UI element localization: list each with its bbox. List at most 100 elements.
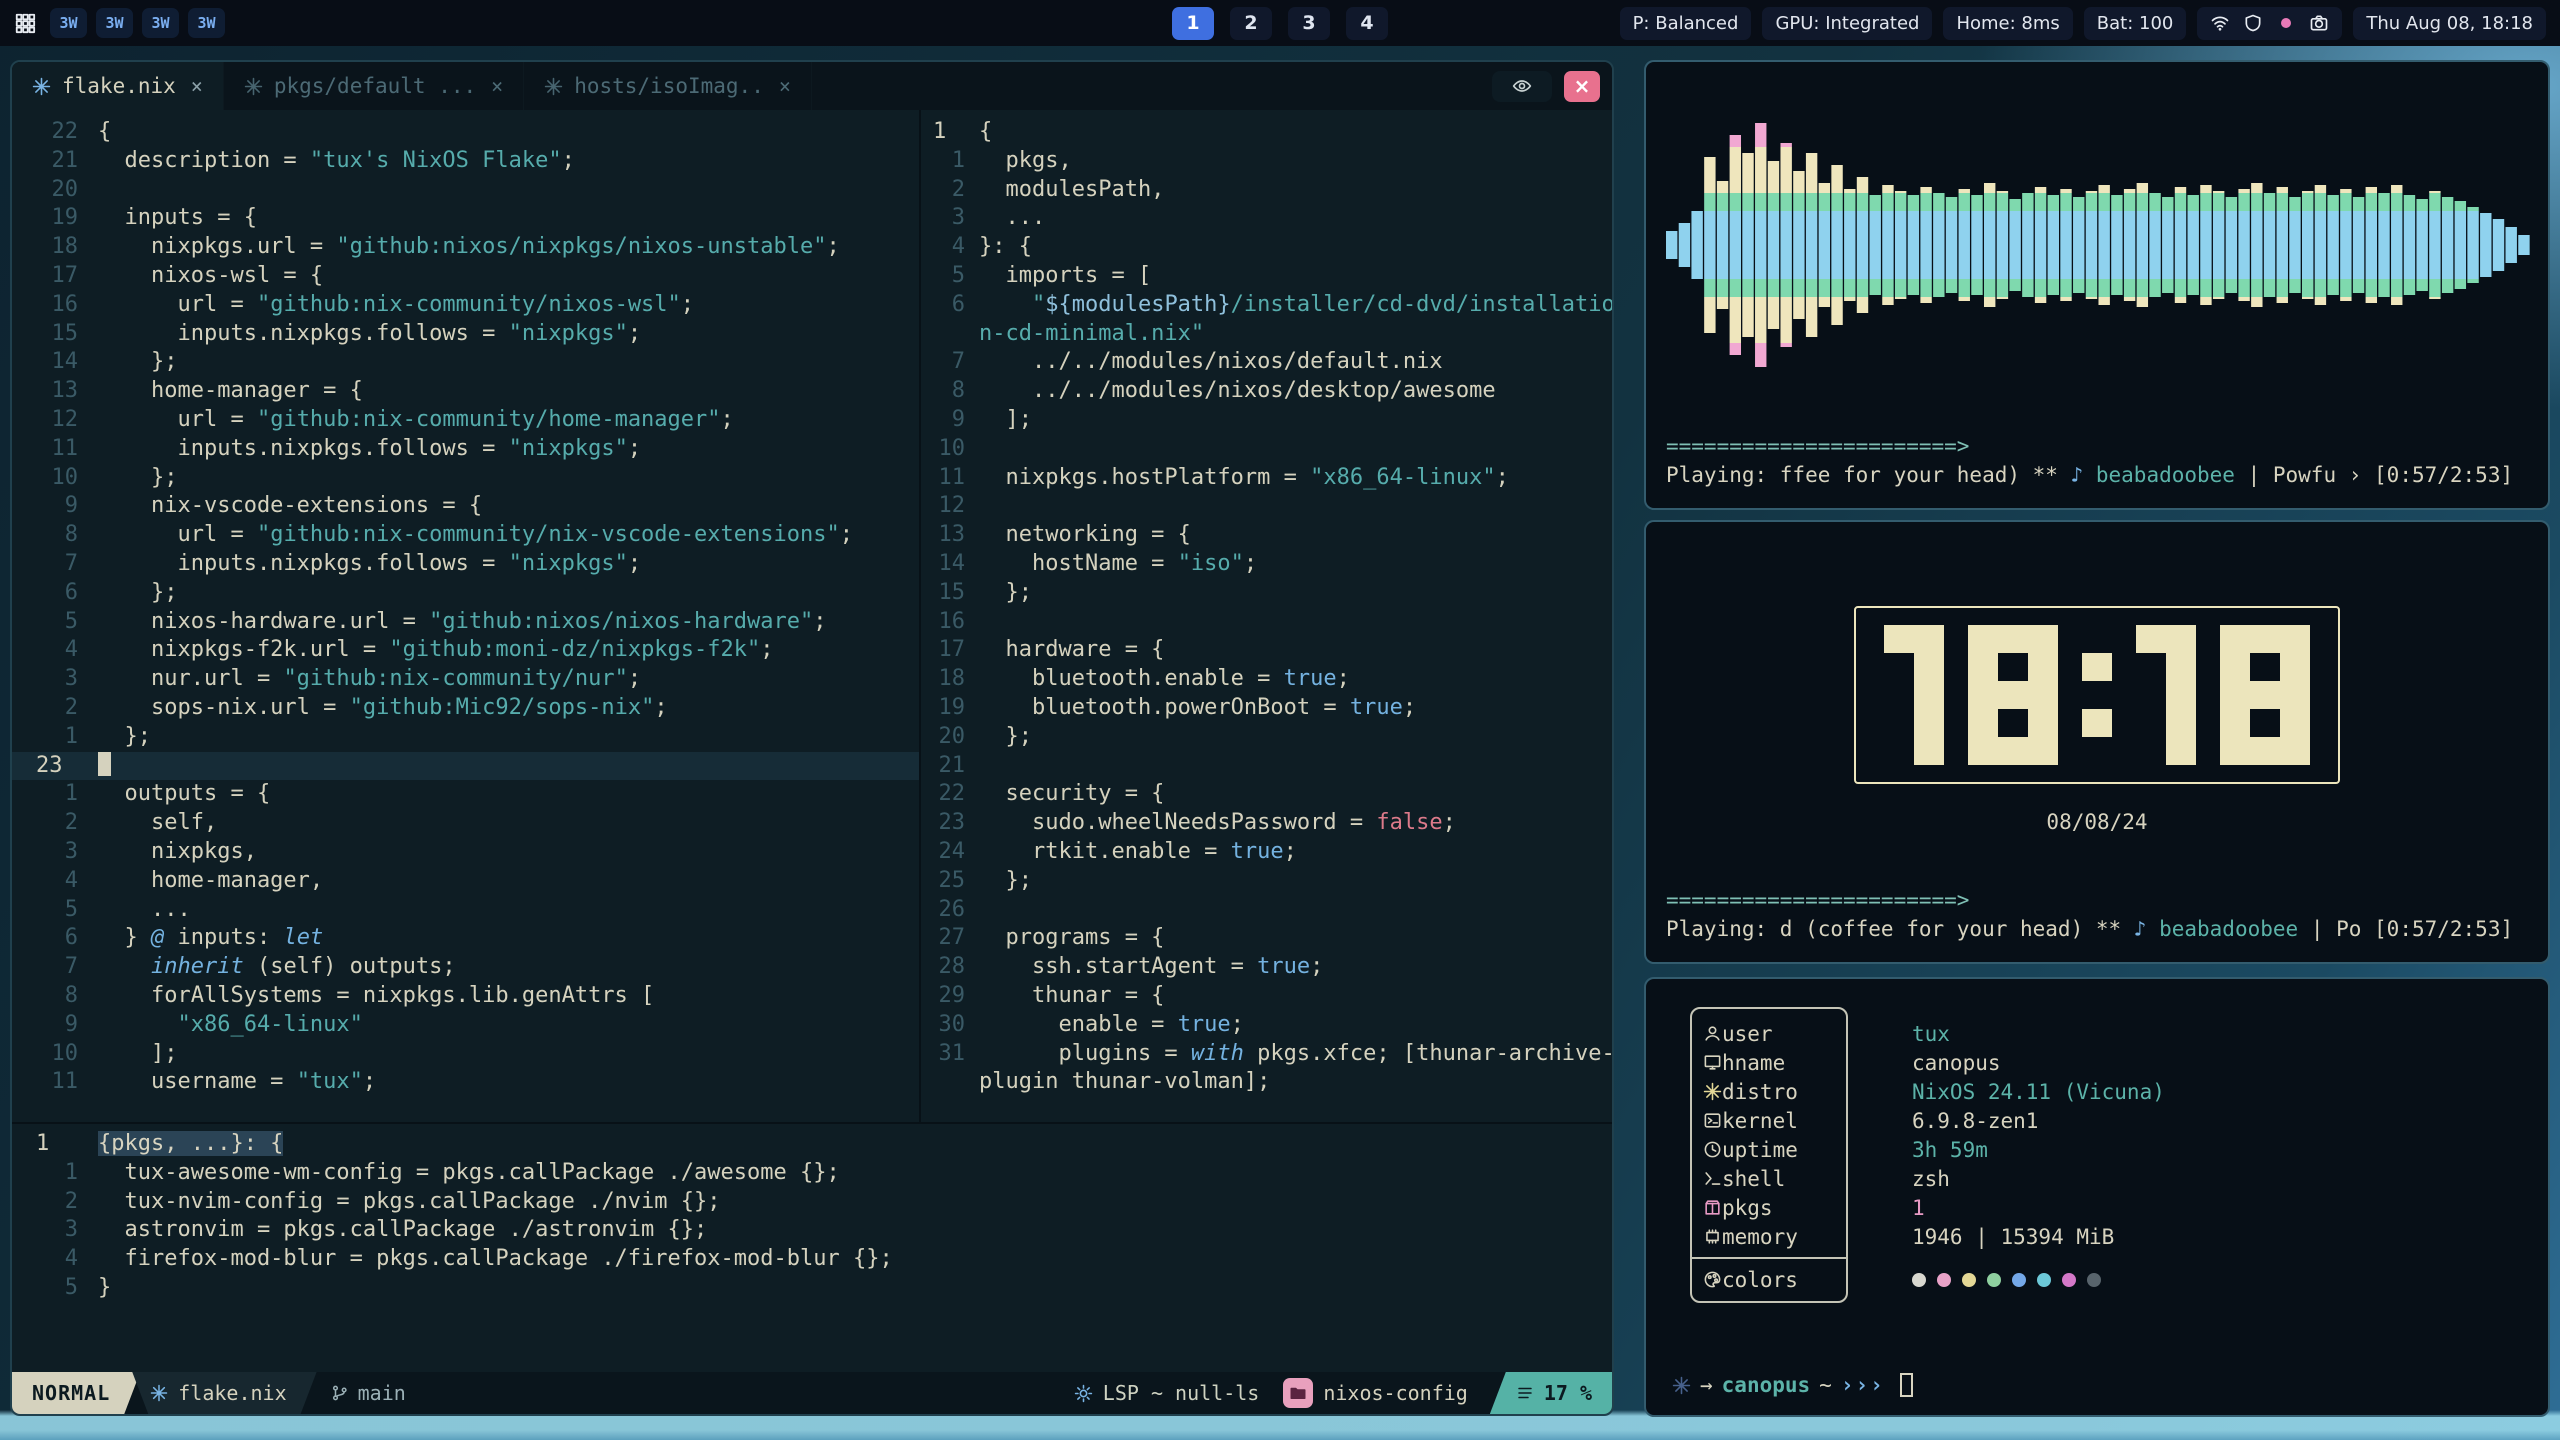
- close-window-button[interactable]: ×: [1564, 71, 1600, 102]
- code-line: 22 security = {: [921, 780, 1612, 809]
- code-text: thunar = {: [979, 982, 1612, 1011]
- code-line: 7 inherit (self) outputs;: [12, 953, 919, 982]
- fetch-value: 3h 59m: [1912, 1138, 1988, 1162]
- gear-icon: [1074, 1384, 1093, 1403]
- code-text: [979, 435, 1612, 464]
- terminal-cursor: [1900, 1373, 1913, 1397]
- code-text: };: [98, 464, 919, 493]
- code-text: plugin thunar-volman];: [979, 1068, 1612, 1097]
- code-line: 19 bluetooth.powerOnBoot = true;: [921, 694, 1612, 723]
- line-number: 15: [12, 320, 98, 349]
- clock-date: 08/08/24: [2046, 810, 2147, 834]
- music-status: =======================> Playing: ffee f…: [1666, 432, 2528, 490]
- code-line: 5 nixos-hardware.url = "github:nixos/nix…: [12, 608, 919, 637]
- clock-widget[interactable]: Thu Aug 08, 18:18: [2353, 7, 2546, 40]
- folder-icon: [1289, 1384, 1307, 1402]
- separator-line: =======================>: [1666, 886, 2528, 915]
- tab-close-icon[interactable]: ×: [491, 74, 503, 98]
- screen-button-4[interactable]: 4: [1346, 7, 1388, 40]
- editor-splits: 22{21 description = "tux's NixOS Flake";…: [12, 110, 1612, 1122]
- fetch-row: memory1946 | 15394 MiB: [1690, 1222, 1798, 1251]
- app-grid-icon[interactable]: [14, 12, 36, 34]
- code-line: 28 ssh.startAgent = true;: [921, 953, 1612, 982]
- code-text: } @ inputs: let: [98, 924, 919, 953]
- pane-pkgs-default[interactable]: 1{pkgs, ...}: {1 tux-awesome-wm-config =…: [12, 1122, 1612, 1376]
- code-line: 10 };: [12, 464, 919, 493]
- code-line: 1 pkgs,: [921, 147, 1612, 176]
- line-number: 6: [921, 291, 979, 320]
- text-cursor: [98, 752, 111, 776]
- line-number: 11: [12, 435, 98, 464]
- code-line: 20 };: [921, 723, 1612, 752]
- code-line: 5 ...: [12, 896, 919, 925]
- line-number: 27: [921, 924, 979, 953]
- palette-dot: [2012, 1273, 2026, 1287]
- code-text: "${modulesPath}/installer/cd-dvd/install…: [979, 291, 1612, 320]
- code-text: [979, 608, 1612, 637]
- clock-digit: [1968, 625, 2058, 765]
- lines-icon: [1516, 1384, 1534, 1402]
- tab-flake-nix[interactable]: flake.nix×: [12, 62, 224, 110]
- code-text: sops-nix.url = "github:Mic92/sops-nix";: [98, 694, 919, 723]
- tab-hosts-isoimag-[interactable]: hosts/isoImag.. ×: [524, 62, 812, 110]
- code-text: nixpkgs.hostPlatform = "x86_64-linux";: [979, 464, 1612, 493]
- code-line: 30 enable = true;: [921, 1011, 1612, 1040]
- fetch-value: zsh: [1912, 1167, 1950, 1191]
- code-line: 3 nixpkgs,: [12, 838, 919, 867]
- tab-pkgs-default-[interactable]: pkgs/default ...×: [224, 62, 524, 110]
- separator-line: =======================>: [1666, 432, 2528, 461]
- code-text: {: [98, 118, 919, 147]
- workspace-tag[interactable]: 3W: [50, 8, 87, 38]
- fetch-label: shell: [1722, 1167, 1785, 1191]
- code-line: 27 programs = {: [921, 924, 1612, 953]
- line-number: 5: [12, 1274, 98, 1303]
- system-fetch: usertuxhnamecanopusdistroNixOS 24.11 (Vi…: [1690, 1019, 1798, 1294]
- code-line: 9 ];: [921, 406, 1612, 435]
- tab-close-icon[interactable]: ×: [779, 74, 791, 98]
- code-line: 16: [921, 608, 1612, 637]
- workspace-tag[interactable]: 3W: [142, 8, 179, 38]
- system-tray[interactable]: [2197, 7, 2342, 40]
- code-text: };: [979, 723, 1612, 752]
- record-icon: [2276, 13, 2296, 33]
- code-text: n-cd-minimal.nix": [979, 320, 1612, 349]
- line-number: 10: [12, 1040, 98, 1069]
- line-number: 19: [12, 204, 98, 233]
- line-number: 12: [12, 406, 98, 435]
- code-line: 8 forAllSystems = nixpkgs.lib.genAttrs [: [12, 982, 919, 1011]
- screen-button-2[interactable]: 2: [1230, 7, 1272, 40]
- workspace-tag[interactable]: 3W: [96, 8, 133, 38]
- pane-iso-image[interactable]: 1{1 pkgs,2 modulesPath,3 ...4}: {5 impor…: [921, 110, 1612, 1122]
- code-line: 1{pkgs, ...}: {: [12, 1130, 1612, 1159]
- screen-button-3[interactable]: 3: [1288, 7, 1330, 40]
- screen-button-1[interactable]: 1: [1172, 7, 1214, 40]
- code-text: tux-nvim-config = pkgs.callPackage ./nvi…: [98, 1188, 1612, 1217]
- lines-icon: [1516, 1384, 1534, 1402]
- code-text: }: {: [979, 233, 1612, 262]
- scroll-progress: 17 %: [1490, 1372, 1612, 1414]
- code-text: username = "tux";: [98, 1068, 919, 1097]
- tab-label: hosts/isoImag..: [574, 74, 764, 98]
- line-number: 18: [921, 665, 979, 694]
- code-line: 18 nixpkgs.url = "github:nixos/nixpkgs/n…: [12, 233, 919, 262]
- line-number: 7: [921, 348, 979, 377]
- workspace-tag[interactable]: 3W: [188, 8, 225, 38]
- code-text: security = {: [979, 780, 1612, 809]
- code-line: 7 ../../modules/nixos/default.nix: [921, 348, 1612, 377]
- shell-prompt[interactable]: → canopus ~ ›››: [1672, 1373, 1913, 1397]
- code-line: 11 username = "tux";: [12, 1068, 919, 1097]
- pane-flake-nix[interactable]: 22{21 description = "tux's NixOS Flake";…: [12, 110, 919, 1122]
- code-text: ];: [98, 1040, 919, 1069]
- code-text: inputs.nixpkgs.follows = "nixpkgs";: [98, 320, 919, 349]
- code-line: 21: [921, 752, 1612, 781]
- view-toggle-button[interactable]: [1492, 71, 1552, 102]
- line-number: 4: [921, 233, 979, 262]
- line-number: 10: [921, 435, 979, 464]
- fetch-value: NixOS 24.11 (Vicuna): [1912, 1080, 2165, 1104]
- code-line: 23: [12, 752, 919, 781]
- fetch-rows: usertuxhnamecanopusdistroNixOS 24.11 (Vi…: [1690, 1019, 1798, 1251]
- code-line: 13 home-manager = {: [12, 377, 919, 406]
- tab-close-icon[interactable]: ×: [191, 74, 203, 98]
- code-text: networking = {: [979, 521, 1612, 550]
- code-text: url = "github:nix-community/home-manager…: [98, 406, 919, 435]
